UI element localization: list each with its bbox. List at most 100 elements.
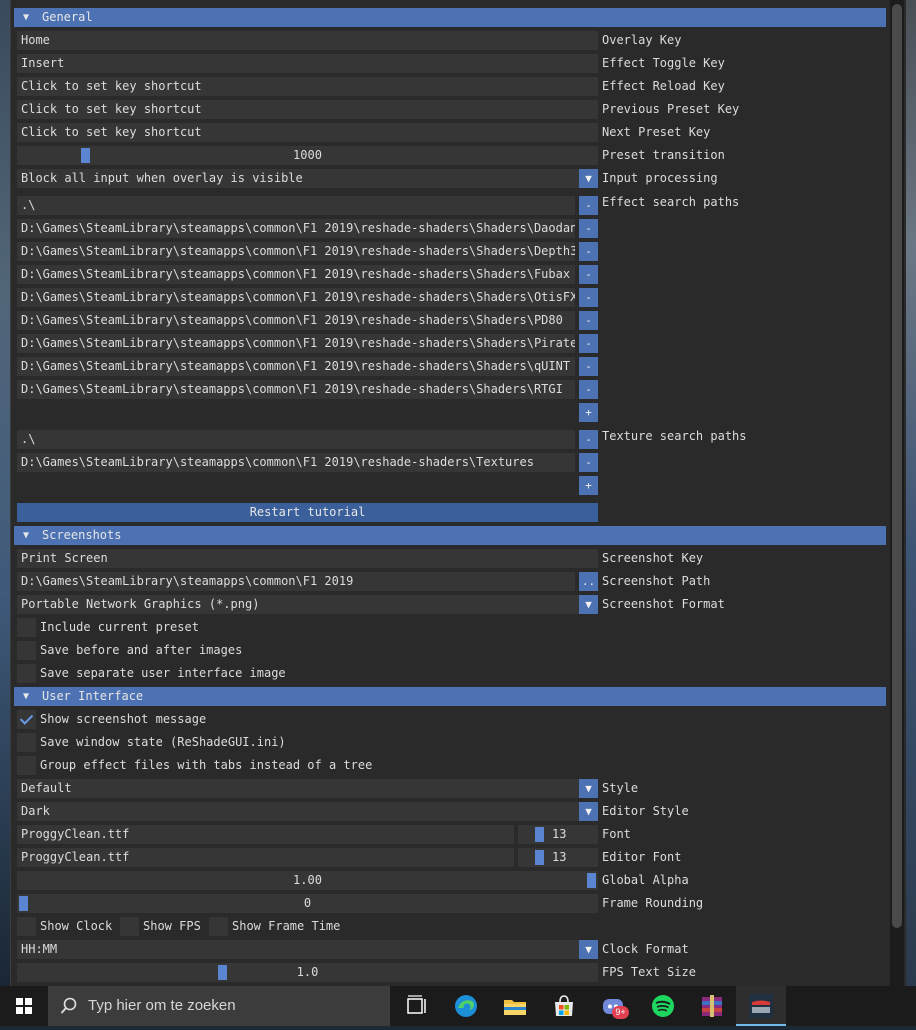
global-alpha-slider[interactable]: 1.00: [17, 871, 598, 890]
dropdown-arrow-icon[interactable]: ▼: [579, 779, 598, 798]
remove-effect-path-button[interactable]: -: [579, 242, 598, 261]
preset-transition-slider[interactable]: 1000: [17, 146, 598, 165]
font-field[interactable]: ProggyClean.ttf: [17, 825, 514, 844]
remove-effect-path-button[interactable]: -: [579, 380, 598, 399]
remove-effect-path-button[interactable]: -: [579, 334, 598, 353]
effect-path-field[interactable]: D:\Games\SteamLibrary\steamapps\common\F…: [17, 334, 575, 353]
discord-app[interactable]: 9+: [600, 992, 629, 1020]
screenshot-path-label: Screenshot Path: [602, 574, 711, 588]
remove-texture-path-button[interactable]: -: [579, 453, 598, 472]
dropdown-arrow-icon[interactable]: ▼: [579, 169, 598, 188]
remove-effect-path-button[interactable]: -: [579, 196, 598, 215]
windows-taskbar: Typ hier om te zoeken 9+: [0, 986, 916, 1026]
effect-toggle-key-label: Effect Toggle Key: [602, 56, 725, 70]
save-before-after-checkbox[interactable]: [17, 641, 36, 660]
scrollbar-thumb[interactable]: [892, 4, 902, 928]
remove-effect-path-button[interactable]: -: [579, 311, 598, 330]
remove-texture-path-button[interactable]: -: [579, 430, 598, 449]
dropdown-arrow-icon[interactable]: ▼: [579, 802, 598, 821]
global-alpha-label: Global Alpha: [602, 873, 689, 887]
effect-path-field[interactable]: D:\Games\SteamLibrary\steamapps\common\F…: [17, 357, 575, 376]
microsoft-store-icon[interactable]: [550, 992, 578, 1020]
effect-path-field[interactable]: D:\Games\SteamLibrary\steamapps\common\F…: [17, 265, 575, 284]
screenshots-section-header[interactable]: ▼ Screenshots: [14, 526, 886, 545]
show-frame-time-checkbox[interactable]: [209, 917, 228, 936]
effect-path-field[interactable]: D:\Games\SteamLibrary\steamapps\common\F…: [17, 242, 575, 261]
effect-path-field[interactable]: D:\Games\SteamLibrary\steamapps\common\F…: [17, 311, 575, 330]
input-processing-combo[interactable]: Block all input when overlay is visible: [17, 169, 579, 188]
editor-font-label: Editor Font: [602, 850, 682, 864]
effect-path-field[interactable]: D:\Games\SteamLibrary\steamapps\common\F…: [17, 380, 575, 399]
texture-search-paths-label: Texture search paths: [602, 429, 747, 443]
show-screenshot-message-checkbox[interactable]: [17, 710, 36, 729]
task-view-icon[interactable]: [403, 992, 431, 1020]
save-window-state-checkbox[interactable]: [17, 733, 36, 752]
show-screenshot-message-label: Show screenshot message: [40, 712, 207, 726]
slider-grab[interactable]: [535, 850, 544, 865]
screenshot-format-label: Screenshot Format: [602, 597, 725, 611]
taskbar-search-box[interactable]: Typ hier om te zoeken: [48, 986, 390, 1026]
frame-rounding-label: Frame Rounding: [602, 896, 704, 910]
show-clock-label: Show Clock: [40, 919, 113, 933]
screenshot-key-field[interactable]: Print Screen: [17, 549, 598, 568]
slider-grab[interactable]: [535, 827, 544, 842]
show-clock-checkbox[interactable]: [17, 917, 36, 936]
remove-effect-path-button[interactable]: -: [579, 357, 598, 376]
save-window-state-label: Save window state (ReShadeGUI.ini): [40, 735, 286, 749]
editor-font-field[interactable]: ProggyClean.ttf: [17, 848, 514, 867]
fps-text-size-slider[interactable]: 1.0: [17, 963, 598, 982]
browse-button[interactable]: ..: [579, 572, 598, 591]
include-preset-label: Include current preset: [40, 620, 199, 634]
previous-preset-key-field[interactable]: Click to set key shortcut: [17, 100, 598, 119]
style-combo[interactable]: Default: [17, 779, 579, 798]
effect-path-field[interactable]: D:\Games\SteamLibrary\steamapps\common\F…: [17, 219, 575, 238]
include-preset-checkbox[interactable]: [17, 618, 36, 637]
add-texture-path-button[interactable]: +: [579, 476, 598, 495]
overlay-key-field[interactable]: Home: [17, 31, 598, 50]
preset-transition-label: Preset transition: [602, 148, 725, 162]
restart-tutorial-button[interactable]: Restart tutorial: [17, 503, 598, 522]
texture-path-field[interactable]: D:\Games\SteamLibrary\steamapps\common\F…: [17, 453, 575, 472]
screenshot-path-field[interactable]: D:\Games\SteamLibrary\steamapps\common\F…: [17, 572, 575, 591]
winrar-icon[interactable]: [698, 992, 726, 1020]
user-interface-section-header[interactable]: ▼ User Interface: [14, 687, 886, 706]
editor-font-size-slider[interactable]: 13: [518, 848, 598, 867]
save-separate-ui-label: Save separate user interface image: [40, 666, 286, 680]
texture-path-field[interactable]: .\: [17, 430, 575, 449]
active-game-app[interactable]: [736, 986, 786, 1026]
effect-path-field[interactable]: D:\Games\SteamLibrary\steamapps\common\F…: [17, 288, 575, 307]
settings-panel: ▼ General Home Overlay Key Insert Effect…: [10, 0, 891, 986]
remove-effect-path-button[interactable]: -: [579, 288, 598, 307]
remove-effect-path-button[interactable]: -: [579, 265, 598, 284]
search-placeholder: Typ hier om te zoeken: [88, 997, 236, 1014]
save-separate-ui-checkbox[interactable]: [17, 664, 36, 683]
effect-reload-key-field[interactable]: Click to set key shortcut: [17, 77, 598, 96]
group-effect-files-checkbox[interactable]: [17, 756, 36, 775]
group-effect-files-label: Group effect files with tabs instead of …: [40, 758, 373, 772]
screenshot-format-combo[interactable]: Portable Network Graphics (*.png): [17, 595, 579, 614]
file-explorer-icon[interactable]: [501, 992, 529, 1020]
dropdown-arrow-icon[interactable]: ▼: [579, 940, 598, 959]
start-button[interactable]: [0, 986, 48, 1026]
editor-style-combo[interactable]: Dark: [17, 802, 579, 821]
panel-edge: [904, 0, 906, 986]
overlay-key-label: Overlay Key: [602, 33, 682, 47]
show-fps-checkbox[interactable]: [120, 917, 139, 936]
font-size-slider[interactable]: 13: [518, 825, 598, 844]
vertical-scrollbar[interactable]: [890, 0, 904, 986]
dropdown-arrow-icon[interactable]: ▼: [579, 595, 598, 614]
clock-format-combo[interactable]: HH:MM: [17, 940, 579, 959]
frame-rounding-slider[interactable]: 0: [17, 894, 598, 913]
previous-preset-key-label: Previous Preset Key: [602, 102, 740, 116]
effect-toggle-key-field[interactable]: Insert: [17, 54, 598, 73]
remove-effect-path-button[interactable]: -: [579, 219, 598, 238]
next-preset-key-field[interactable]: Click to set key shortcut: [17, 123, 598, 142]
show-fps-label: Show FPS: [143, 919, 201, 933]
effect-path-field[interactable]: .\: [17, 196, 575, 215]
font-label: Font: [602, 827, 631, 841]
add-effect-path-button[interactable]: +: [579, 403, 598, 422]
spotify-icon[interactable]: [649, 992, 677, 1020]
edge-browser-icon[interactable]: [452, 992, 480, 1020]
general-section-header[interactable]: ▼ General: [14, 8, 886, 27]
next-preset-key-label: Next Preset Key: [602, 125, 711, 139]
